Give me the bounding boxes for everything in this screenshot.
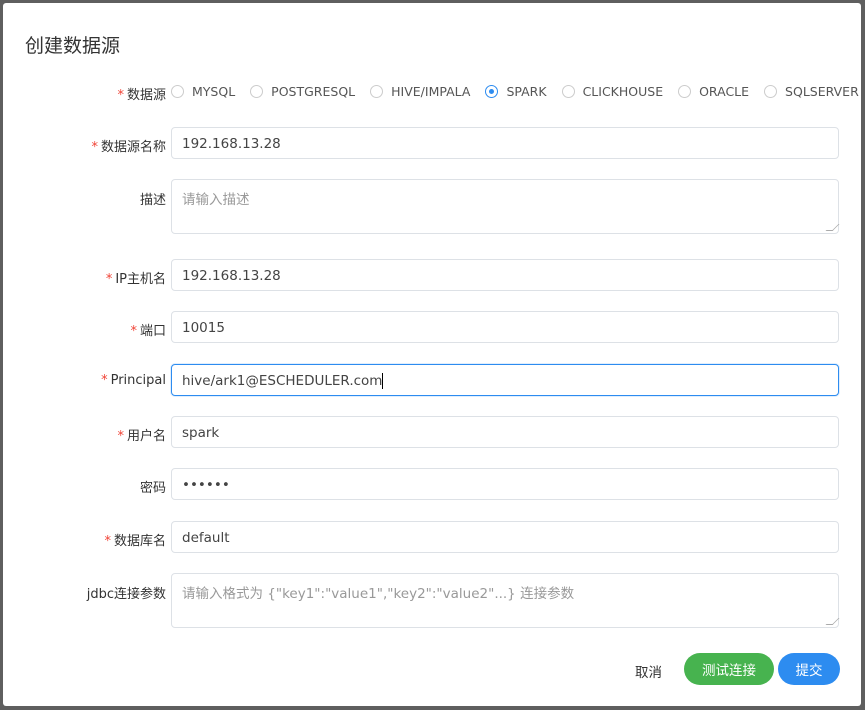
radio-circle-icon[interactable] xyxy=(171,85,184,98)
radio-sqlserver[interactable]: SQLSERVER xyxy=(764,84,859,99)
radio-hive-impala[interactable]: HIVE/IMPALA xyxy=(370,84,470,99)
port-input[interactable]: 10015 xyxy=(171,311,839,343)
host-label: * IP主机名 xyxy=(105,272,166,287)
radio-circle-icon[interactable] xyxy=(561,85,575,98)
jdbc-params-textarea[interactable]: 请输入格式为 {"key1":"value1","key2":"value2".… xyxy=(171,573,840,628)
radio-label: SPARK xyxy=(506,84,547,99)
datasource-type-radio-group: MYSQL POSTGRESQL HIVE/IMPALA SPARK CLICKHOUS… xyxy=(171,84,865,99)
cancel-button[interactable]: 取消 xyxy=(635,661,662,681)
radio-circle-icon[interactable] xyxy=(250,85,264,98)
name-label: * 数据源名称 xyxy=(91,140,166,155)
radio-label: CLICKHOUSE xyxy=(582,84,664,99)
description-label: 描述 xyxy=(139,193,166,208)
dialog-title: 创建数据源 xyxy=(25,35,121,57)
radio-circle-icon[interactable] xyxy=(370,85,384,98)
radio-label: SQLSERVER xyxy=(785,84,859,99)
radio-postgresql[interactable]: POSTGRESQL xyxy=(250,84,355,99)
radio-mysql[interactable]: MYSQL xyxy=(171,84,235,99)
principal-input[interactable]: hive/ark1@ESCHEDULER.com xyxy=(171,364,839,396)
principal-label: * Principal xyxy=(101,373,166,388)
radio-circle-icon[interactable] xyxy=(678,85,692,98)
radio-spark[interactable]: SPARK xyxy=(485,84,547,99)
radio-label: HIVE/IMPALA xyxy=(391,84,471,99)
resize-handle-icon[interactable] xyxy=(825,618,840,625)
host-input[interactable]: 192.168.13.28 xyxy=(171,259,839,291)
create-datasource-dialog: 创建数据源 * 数据源 MYSQL POSTGRESQL HIVE/IMPALA SPA… xyxy=(3,3,861,706)
radio-label: ORACLE xyxy=(699,84,750,99)
port-label: * 端口 xyxy=(130,324,166,339)
submit-button[interactable]: 提交 xyxy=(778,653,840,685)
database-label: * 数据库名 xyxy=(104,534,166,549)
radio-circle-icon[interactable] xyxy=(764,85,778,98)
radio-clickhouse[interactable]: CLICKHOUSE xyxy=(561,84,664,99)
description-textarea[interactable]: 请输入描述 xyxy=(171,179,840,234)
username-label: * 用户名 xyxy=(117,429,166,444)
username-input[interactable]: spark xyxy=(171,416,839,448)
datasource-type-label: * 数据源 xyxy=(117,88,166,103)
radio-label: POSTGRESQL xyxy=(271,84,356,99)
datasource-name-input[interactable]: 192.168.13.28 xyxy=(171,127,839,159)
password-input[interactable]: •••••• xyxy=(171,468,839,500)
radio-label: MYSQL xyxy=(192,84,236,99)
radio-oracle[interactable]: ORACLE xyxy=(678,84,749,99)
text-caret xyxy=(382,373,384,389)
test-connection-button[interactable]: 测试连接 xyxy=(684,653,774,685)
password-label: 密码 xyxy=(139,481,166,496)
database-input[interactable]: default xyxy=(171,521,839,553)
jdbc-params-label: jdbc连接参数 xyxy=(86,587,166,602)
resize-handle-icon[interactable] xyxy=(825,224,840,231)
radio-circle-icon[interactable] xyxy=(485,85,499,98)
